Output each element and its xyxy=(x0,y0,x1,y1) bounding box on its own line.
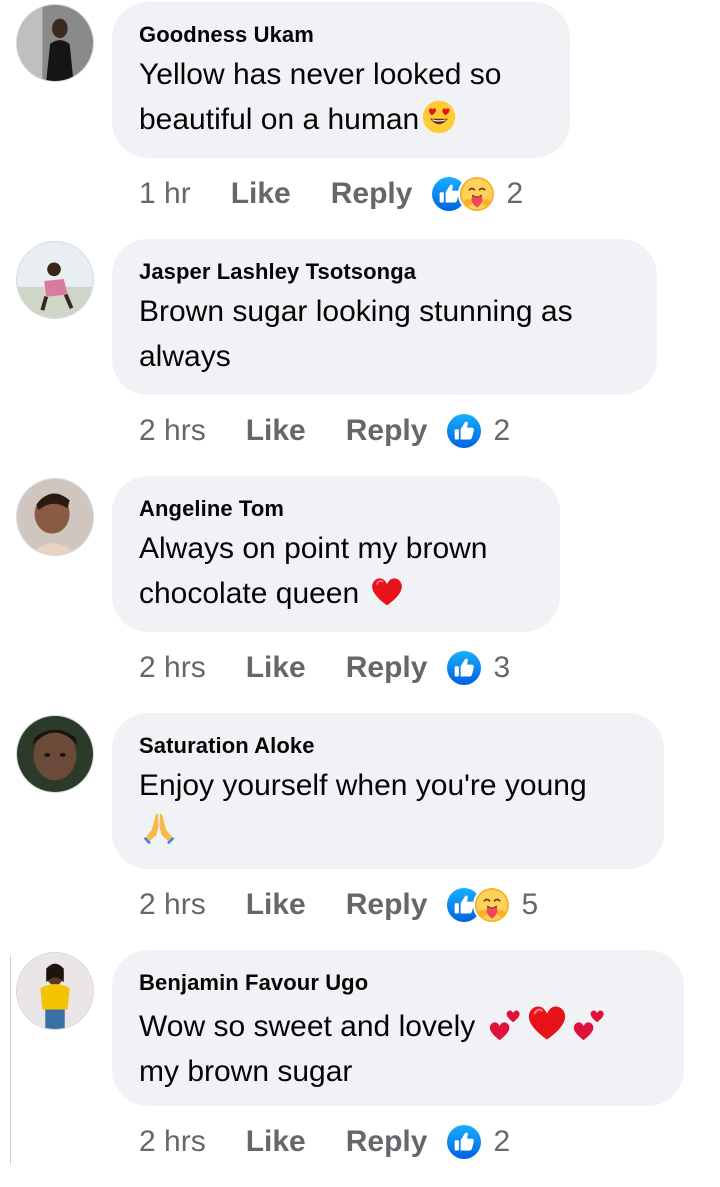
two-hearts-emoji-icon xyxy=(571,1006,607,1042)
comment-text-line: beautiful on a human xyxy=(139,97,544,142)
comment-text-span: my brown sugar xyxy=(139,1055,353,1088)
comment-actions: 1 hr Like Reply 2 xyxy=(139,174,523,214)
comment-text: Yellow has never looked so beautiful on a… xyxy=(139,52,544,142)
comment-author[interactable]: Saturation Aloke xyxy=(139,731,638,761)
comment-author[interactable]: Benjamin Favour Ugo xyxy=(139,968,658,998)
like-button[interactable]: Like xyxy=(246,651,306,685)
reaction-count[interactable]: 5 xyxy=(521,888,538,922)
comment-text-line: always xyxy=(139,334,631,379)
comment-author[interactable]: Jasper Lashley Tsotsonga xyxy=(139,257,631,287)
comment-text: Wow so sweet and lovely my brown sugar xyxy=(139,1000,658,1094)
comment-bubble: Benjamin Favour Ugo Wow so sweet and love… xyxy=(112,950,684,1106)
like-reaction-icon xyxy=(445,649,484,687)
avatar[interactable] xyxy=(16,952,94,1030)
comment-text-span: Brown sugar looking stunning as xyxy=(139,295,573,328)
comment-text-span: Always on point my brown xyxy=(139,532,488,565)
reply-button[interactable]: Reply xyxy=(346,1125,428,1159)
reaction-count[interactable]: 2 xyxy=(493,1125,510,1159)
comment-item: Jasper Lashley Tsotsonga Brown sugar look… xyxy=(0,239,720,476)
comment-text-span: always xyxy=(139,340,231,373)
comment-text-line: Enjoy yourself when you're young xyxy=(139,763,638,808)
like-button[interactable]: Like xyxy=(246,414,306,448)
comment-text: Always on point my brown chocolate queen xyxy=(139,526,534,616)
avatar[interactable] xyxy=(16,241,94,319)
care-reaction-icon xyxy=(473,886,512,924)
red-heart-emoji-icon xyxy=(369,573,405,609)
heart-eyes-emoji-icon xyxy=(421,99,457,135)
like-button[interactable]: Like xyxy=(231,177,291,211)
red-heart-emoji-icon xyxy=(525,1000,569,1044)
comment-item: Angeline Tom Always on point my brown choc… xyxy=(0,476,720,713)
reply-button[interactable]: Reply xyxy=(346,414,428,448)
reaction-summary[interactable] xyxy=(445,412,484,450)
avatar[interactable] xyxy=(16,715,94,793)
comment-text-line: Wow so sweet and lovely xyxy=(139,1000,658,1049)
comment-text: Brown sugar looking stunning as always xyxy=(139,289,631,379)
reaction-summary[interactable] xyxy=(430,175,497,213)
comment-timestamp[interactable]: 1 hr xyxy=(139,177,191,211)
comment-item: Goodness Ukam Yellow has never looked so b… xyxy=(0,2,720,239)
comment-text-span: Wow so sweet and lovely xyxy=(139,1010,476,1043)
comment-actions: 2 hrs Like Reply 2 xyxy=(139,1122,510,1162)
comment-bubble: Angeline Tom Always on point my brown choc… xyxy=(112,476,560,632)
reply-button[interactable]: Reply xyxy=(346,651,428,685)
comment-item: Saturation Aloke Enjoy yourself when you'… xyxy=(0,713,720,950)
reaction-count[interactable]: 3 xyxy=(493,651,510,685)
comment-text-span: beautiful on a human xyxy=(139,103,420,136)
reaction-summary[interactable] xyxy=(445,886,512,924)
like-reaction-icon xyxy=(445,412,484,450)
like-button[interactable]: Like xyxy=(246,1125,306,1159)
comment-text-line: Always on point my brown xyxy=(139,526,534,571)
comment-bubble: Goodness Ukam Yellow has never looked so b… xyxy=(112,2,570,158)
thread-line xyxy=(10,955,11,1165)
avatar[interactable] xyxy=(16,4,94,82)
comment-author[interactable]: Angeline Tom xyxy=(139,494,534,524)
comment-item: Benjamin Favour Ugo Wow so sweet and love… xyxy=(0,950,720,1187)
comment-timestamp[interactable]: 2 hrs xyxy=(139,651,206,685)
comment-timestamp[interactable]: 2 hrs xyxy=(139,888,206,922)
two-hearts-emoji-icon xyxy=(487,1006,523,1042)
comment-timestamp[interactable]: 2 hrs xyxy=(139,1125,206,1159)
reaction-summary[interactable] xyxy=(445,1123,484,1161)
comment-text-line: my brown sugar xyxy=(139,1049,658,1094)
reaction-count[interactable]: 2 xyxy=(493,414,510,448)
like-reaction-icon xyxy=(445,1123,484,1161)
comment-actions: 2 hrs Like Reply 3 xyxy=(139,648,510,688)
comment-text: Enjoy yourself when you're young xyxy=(139,763,638,853)
comment-text-line: Brown sugar looking stunning as xyxy=(139,289,631,334)
reply-button[interactable]: Reply xyxy=(346,888,428,922)
comment-timestamp[interactable]: 2 hrs xyxy=(139,414,206,448)
reaction-summary[interactable] xyxy=(445,649,484,687)
comment-bubble: Jasper Lashley Tsotsonga Brown sugar look… xyxy=(112,239,657,395)
reply-button[interactable]: Reply xyxy=(331,177,413,211)
like-button[interactable]: Like xyxy=(246,888,306,922)
comment-text-span: Yellow has never looked so xyxy=(139,58,502,91)
comment-author[interactable]: Goodness Ukam xyxy=(139,20,544,50)
care-reaction-icon xyxy=(458,175,497,213)
avatar[interactable] xyxy=(16,478,94,556)
comment-text-line: chocolate queen xyxy=(139,571,534,616)
comment-bubble: Saturation Aloke Enjoy yourself when you'… xyxy=(112,713,664,869)
reaction-count[interactable]: 2 xyxy=(506,177,523,211)
comment-text-line xyxy=(139,808,638,853)
comment-text-span: chocolate queen xyxy=(139,577,360,610)
comment-text-line: Yellow has never looked so xyxy=(139,52,544,97)
comment-text-span: Enjoy yourself when you're young xyxy=(139,769,587,802)
folded-hands-emoji-icon xyxy=(141,810,177,846)
comment-actions: 2 hrs Like Reply 5 xyxy=(139,885,538,925)
comment-actions: 2 hrs Like Reply 2 xyxy=(139,411,510,451)
